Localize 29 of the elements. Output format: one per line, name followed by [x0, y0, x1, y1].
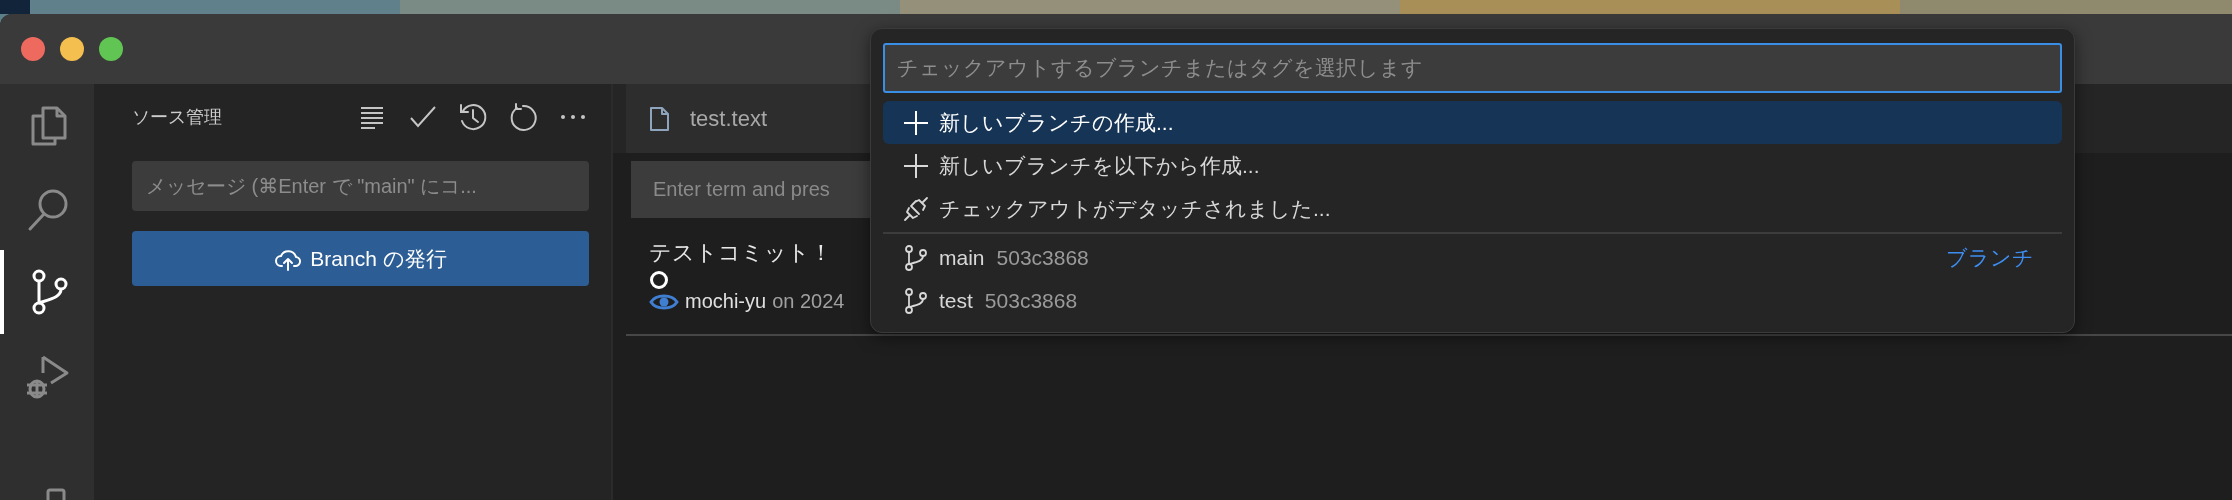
- quick-pick-item[interactable]: 新しいブランチの作成...: [883, 101, 2062, 144]
- branch-icon: [903, 287, 929, 314]
- commit-hash: 503c3868: [984, 288, 1078, 313]
- quick-pick-item[interactable]: main 503c3868 ブランチ: [883, 236, 2062, 279]
- plus-icon: [903, 152, 929, 179]
- plus-icon: [903, 109, 929, 136]
- branch-icon: [903, 244, 929, 271]
- plug-icon: [903, 195, 929, 222]
- item-label: main: [939, 245, 985, 270]
- commit-author: mochi-yu: [685, 290, 767, 313]
- history-icon[interactable]: [457, 101, 489, 133]
- item-label: チェックアウトがデタッチされました...: [939, 195, 1331, 222]
- item-label: 新しいブランチの作成...: [939, 109, 1174, 136]
- extensions-icon: [46, 488, 66, 500]
- commit-message: テストコミット！: [649, 239, 832, 267]
- publish-branch-button[interactable]: Branch の発行: [132, 231, 589, 286]
- quick-pick-field[interactable]: チェックアウトするブランチまたはタグを選択します: [883, 43, 2062, 93]
- item-label: test: [939, 288, 973, 313]
- item-label: 新しいブランチを以下から作成...: [939, 152, 1260, 179]
- commit-message-field[interactable]: メッセージ (⌘Enter で "main" にコ...: [132, 161, 589, 211]
- window-control-button[interactable]: [60, 37, 84, 61]
- group-label: ブランチ: [1946, 244, 2035, 271]
- commit-date: on 2024: [772, 290, 845, 313]
- commit-hash: 503c3868: [996, 245, 1089, 270]
- window-control-button[interactable]: [21, 37, 45, 61]
- window-control-button[interactable]: [99, 37, 123, 61]
- panel-title: ソース管理: [132, 106, 223, 129]
- quick-pick-item[interactable]: test 503c3868: [883, 279, 2062, 322]
- circle-icon: [649, 270, 669, 290]
